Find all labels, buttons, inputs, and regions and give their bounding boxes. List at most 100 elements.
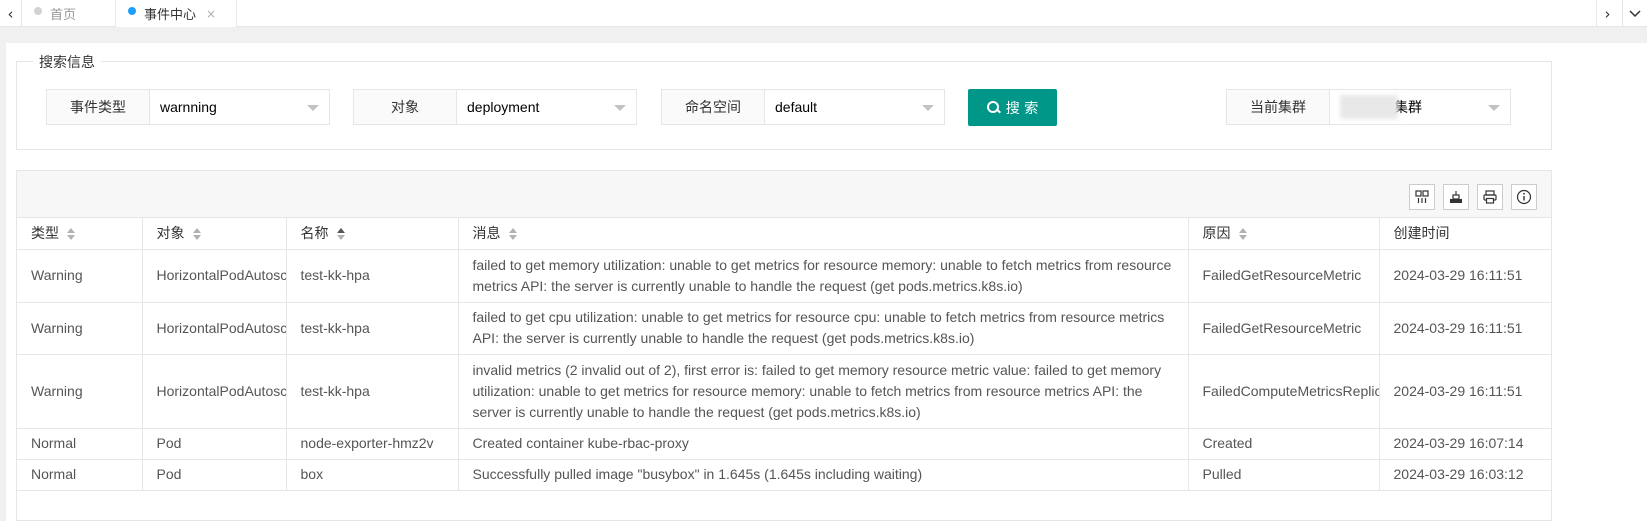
cell-object: HorizontalPodAutoscaler — [142, 302, 287, 355]
tab-home-label: 首页 — [50, 8, 77, 23]
cluster-label: 当前集群 — [1227, 90, 1330, 124]
cell-object: HorizontalPodAutoscaler — [142, 249, 287, 303]
table-row[interactable]: Normal Pod node-exporter-hmz2v Created c… — [17, 428, 1551, 460]
columns-icon — [1415, 190, 1429, 203]
info-icon — [1516, 189, 1532, 205]
table-row[interactable]: Normal Pod box Successfully pulled image… — [17, 459, 1551, 491]
columns-filter-button[interactable] — [1409, 184, 1435, 210]
cell-name: test-kk-hpa — [286, 354, 459, 429]
tab-bar: ‹ 首页 事件中心 × › — [0, 0, 1647, 27]
object-value: deployment — [467, 99, 540, 115]
header-object[interactable]: 对象 — [142, 218, 287, 250]
header-object-label: 对象 — [156, 226, 185, 243]
export-button[interactable] — [1443, 184, 1469, 210]
cell-created: 2024-03-29 16:11:51 — [1379, 354, 1551, 429]
tab-prev-button[interactable]: ‹ — [0, 0, 22, 27]
cell-name: test-kk-hpa — [286, 302, 459, 355]
table-toolbar — [17, 171, 1551, 218]
events-table-panel: 类型 对象 名称 消息 原因 创建时间 Warning HorizontalPo… — [16, 170, 1552, 521]
tab-event-center-label: 事件中心 — [144, 8, 197, 23]
table-row[interactable]: Warning HorizontalPodAutoscaler test-kk-… — [17, 249, 1551, 303]
sort-icon[interactable] — [508, 228, 519, 241]
cell-reason: FailedGetResourceMetric — [1188, 302, 1380, 355]
cell-reason: FailedGetResourceMetric — [1188, 249, 1380, 303]
cell-object: Pod — [142, 428, 287, 460]
table-header-row: 类型 对象 名称 消息 原因 创建时间 — [17, 218, 1551, 250]
cell-type: Warning — [17, 354, 143, 429]
namespace-select[interactable]: default — [765, 90, 944, 124]
cell-reason: Pulled — [1188, 459, 1380, 491]
cluster-select[interactable]: 集群 — [1330, 90, 1510, 124]
header-created[interactable]: 创建时间 — [1379, 218, 1551, 250]
caret-down-icon — [307, 105, 319, 111]
event-type-field: 事件类型 warnning — [46, 89, 330, 125]
cell-message: failed to get cpu utilization: unable to… — [458, 302, 1189, 355]
object-select[interactable]: deployment — [457, 90, 636, 124]
header-message-label: 消息 — [472, 226, 501, 243]
sort-icon[interactable] — [192, 228, 203, 241]
search-legend: 搜索信息 — [33, 52, 101, 72]
cell-message: Created container kube-rbac-proxy — [458, 428, 1189, 460]
search-button-label: 搜 索 — [1005, 100, 1039, 117]
cell-type: Warning — [17, 249, 143, 303]
cell-name: box — [286, 459, 459, 491]
cluster-value: 集群 — [1394, 99, 1422, 115]
cell-type: Warning — [17, 302, 143, 355]
header-type[interactable]: 类型 — [17, 218, 143, 250]
cell-type: Normal — [17, 428, 143, 460]
cluster-field: 当前集群 集群 — [1226, 89, 1511, 125]
event-type-value: warnning — [160, 99, 217, 115]
print-icon — [1483, 190, 1497, 204]
header-message[interactable]: 消息 — [458, 218, 1189, 250]
tab-event-center[interactable]: 事件中心 × — [116, 0, 237, 27]
namespace-value: default — [775, 99, 818, 115]
cell-created: 2024-03-29 16:11:51 — [1379, 249, 1551, 303]
search-form: 搜索信息 事件类型 warnning 对象 deployment 命名空间 de… — [16, 52, 1552, 150]
tab-home[interactable]: 首页 — [22, 0, 116, 27]
header-name[interactable]: 名称 — [286, 218, 459, 250]
tab-status-dot — [34, 7, 42, 15]
header-reason-label: 原因 — [1202, 226, 1231, 243]
chevron-down-icon — [1629, 9, 1641, 17]
table-row[interactable]: Warning HorizontalPodAutoscaler test-kk-… — [17, 302, 1551, 355]
event-type-label: 事件类型 — [47, 90, 150, 124]
cell-created: 2024-03-29 16:07:14 — [1379, 428, 1551, 460]
caret-down-icon — [1488, 105, 1500, 111]
redacted-cluster-name — [1340, 95, 1398, 119]
header-name-label: 名称 — [300, 226, 329, 243]
namespace-field: 命名空间 default — [661, 89, 945, 125]
cell-message: invalid metrics (2 invalid out of 2), fi… — [458, 354, 1189, 429]
sort-icon[interactable] — [336, 228, 347, 241]
caret-down-icon — [922, 105, 934, 111]
cell-reason: FailedComputeMetricsReplicas — [1188, 354, 1380, 429]
main-panel: 搜索信息 事件类型 warnning 对象 deployment 命名空间 de… — [6, 43, 1647, 521]
cell-object: HorizontalPodAutoscaler — [142, 354, 287, 429]
header-reason[interactable]: 原因 — [1188, 218, 1380, 250]
object-field: 对象 deployment — [353, 89, 637, 125]
caret-down-icon — [614, 105, 626, 111]
sort-icon[interactable] — [67, 228, 77, 241]
tab-next-button[interactable]: › — [1596, 0, 1618, 27]
object-label: 对象 — [354, 90, 457, 124]
events-table: 类型 对象 名称 消息 原因 创建时间 Warning HorizontalPo… — [17, 218, 1551, 491]
print-button[interactable] — [1477, 184, 1503, 210]
event-type-select[interactable]: warnning — [150, 90, 329, 124]
search-icon — [986, 101, 1000, 114]
cell-name: test-kk-hpa — [286, 249, 459, 303]
cell-message: failed to get memory utilization: unable… — [458, 249, 1189, 303]
info-button[interactable] — [1511, 184, 1537, 210]
cell-created: 2024-03-29 16:11:51 — [1379, 302, 1551, 355]
tab-more-button[interactable] — [1622, 0, 1647, 27]
sort-icon[interactable] — [1238, 228, 1249, 241]
header-type-label: 类型 — [31, 226, 59, 243]
namespace-label: 命名空间 — [662, 90, 765, 124]
cell-type: Normal — [17, 459, 143, 491]
export-icon — [1450, 191, 1462, 203]
cell-reason: Created — [1188, 428, 1380, 460]
cell-message: Successfully pulled image "busybox" in 1… — [458, 459, 1189, 491]
tab-close-icon[interactable]: × — [206, 7, 216, 21]
header-created-label: 创建时间 — [1393, 226, 1450, 243]
cell-name: node-exporter-hmz2v — [286, 428, 459, 460]
table-row[interactable]: Warning HorizontalPodAutoscaler test-kk-… — [17, 354, 1551, 429]
search-button[interactable]: 搜 索 — [968, 89, 1057, 126]
